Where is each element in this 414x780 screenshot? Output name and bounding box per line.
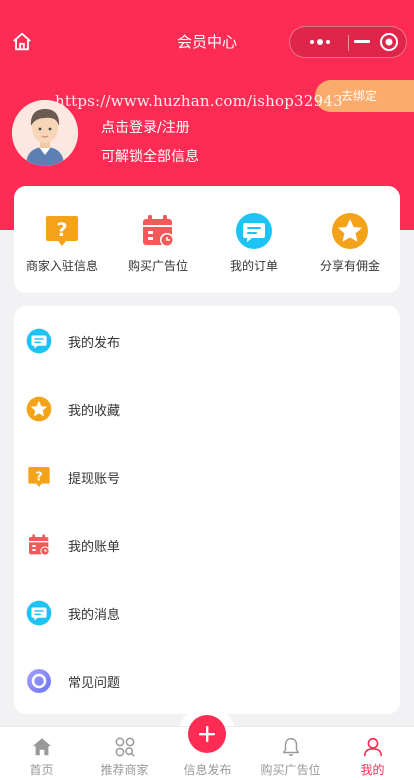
- target-close-icon: [380, 33, 398, 51]
- tab-label: 信息发布: [183, 763, 232, 777]
- svg-text:?: ?: [35, 468, 42, 483]
- watermark-text: https://www.huzhan.com/ishop32943: [55, 92, 343, 110]
- avatar[interactable]: [12, 100, 78, 166]
- message-icon: [236, 213, 272, 249]
- quick-item-label: 商家入驻信息: [25, 259, 98, 273]
- avatar-illustration: [12, 100, 78, 166]
- quick-item-buy-ad[interactable]: 购买广告位: [110, 212, 206, 274]
- menu-item-label: 我的收藏: [68, 404, 121, 419]
- menu-item-faq[interactable]: 常见问题: [14, 660, 400, 700]
- menu-item-my-messages[interactable]: 我的消息: [14, 592, 400, 632]
- tab-label: 推荐商家: [100, 763, 149, 777]
- more-dots-icon: [310, 39, 330, 45]
- question-bubble-icon: ?: [28, 467, 50, 487]
- more-button[interactable]: [298, 27, 342, 57]
- menu-item-label: 我的发布: [68, 336, 121, 351]
- menu-item-label: 我的账单: [68, 540, 121, 555]
- login-register-link[interactable]: 点击登录/注册: [101, 117, 190, 137]
- tab-mine[interactable]: 我的: [331, 727, 414, 780]
- star-icon: [26, 396, 52, 422]
- quick-item-label: 我的订单: [229, 259, 278, 273]
- menu-item-my-bills[interactable]: 我的账单: [14, 524, 400, 564]
- unlock-info-text: 可解锁全部信息: [101, 149, 199, 165]
- menu-item-my-posts[interactable]: 我的发布: [14, 320, 400, 360]
- quick-item-merchant-info[interactable]: ? 商家入驻信息: [14, 212, 110, 274]
- tab-label: 我的: [360, 763, 385, 777]
- quick-item-my-orders[interactable]: 我的订单: [206, 212, 302, 274]
- minimize-icon: [354, 40, 370, 43]
- quick-item-share-commission[interactable]: 分享有佣金: [302, 212, 398, 274]
- grid-search-icon: [115, 737, 135, 757]
- star-icon: [332, 213, 368, 249]
- tab-label: 首页: [29, 763, 54, 777]
- minimize-button[interactable]: [352, 27, 372, 57]
- message-icon: [26, 328, 52, 354]
- calendar-icon: [29, 534, 50, 556]
- tab-buy-ad[interactable]: 购买广告位: [249, 727, 332, 780]
- tab-home[interactable]: 首页: [0, 727, 83, 780]
- bell-icon: [282, 738, 299, 756]
- home-icon: [32, 738, 51, 756]
- close-button[interactable]: [374, 27, 404, 57]
- tab-recommended-merchants[interactable]: 推荐商家: [83, 727, 166, 780]
- question-bubble-icon: ?: [46, 216, 78, 246]
- menu-item-my-favorites[interactable]: 我的收藏: [14, 388, 400, 428]
- ring-icon: [27, 669, 51, 693]
- menu-item-withdraw-account[interactable]: ? 提现账号: [14, 456, 400, 496]
- menu-list-card: 我的发布 我的收藏 ? 提现账号 我的账单 我的消息 常见问题: [14, 306, 400, 714]
- svg-text:?: ?: [56, 219, 67, 241]
- menu-item-label: 我的消息: [68, 608, 121, 623]
- tab-label: 购买广告位: [260, 763, 321, 777]
- plus-icon: [199, 726, 215, 742]
- message-icon: [26, 600, 52, 626]
- calendar-icon: [143, 215, 174, 247]
- quick-item-label: 购买广告位: [127, 259, 188, 273]
- capsule-divider: [348, 35, 349, 51]
- menu-item-label: 常见问题: [68, 676, 121, 691]
- user-icon: [363, 737, 382, 757]
- miniprogram-capsule: [289, 26, 407, 58]
- menu-item-label: 提现账号: [68, 472, 121, 487]
- publish-plus-button[interactable]: [188, 715, 226, 753]
- quick-item-label: 分享有佣金: [319, 259, 380, 273]
- quick-actions-card: ? 商家入驻信息 购买广告位 我的订单 分享有佣金: [14, 186, 400, 293]
